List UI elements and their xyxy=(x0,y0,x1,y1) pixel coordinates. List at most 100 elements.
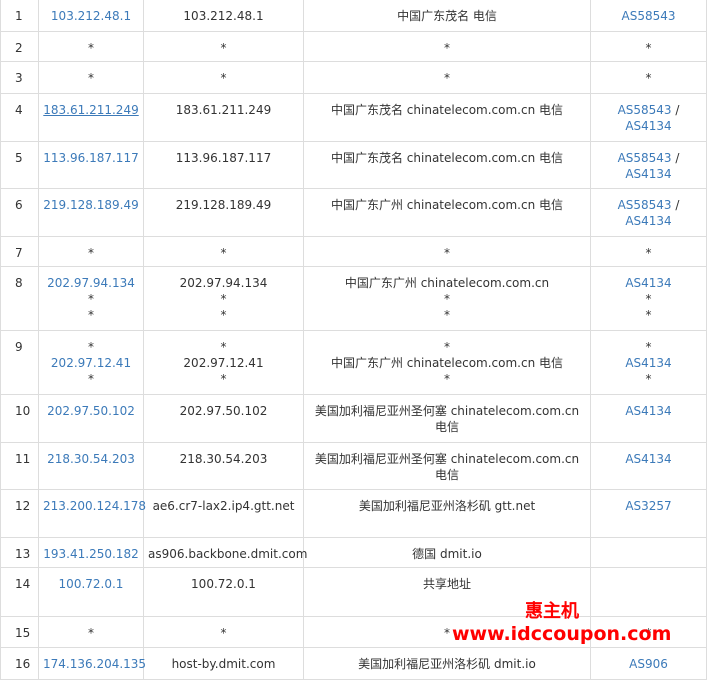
as-cell: AS4134 xyxy=(590,442,707,490)
as-link[interactable]: AS4134 xyxy=(625,119,671,133)
hop-number: 9 xyxy=(15,340,23,354)
ip-cell: * 202.97.12.41 * xyxy=(38,330,144,395)
ip-timeout: * xyxy=(88,41,94,55)
ip-link[interactable]: 213.200.124.178 xyxy=(43,498,146,514)
as-link[interactable]: AS4134 xyxy=(625,167,671,181)
hostname: 219.128.189.49 xyxy=(175,198,272,212)
hop-number-cell: 4 xyxy=(0,93,39,142)
hostname: 202.97.12.41 xyxy=(183,356,264,370)
hop-row: 2 * * * * xyxy=(0,31,707,62)
location-cell: * 中国广东广州 chinatelecom.com.cn 电信 * xyxy=(303,330,591,395)
as-timeout: * xyxy=(645,246,652,260)
hostname-cell: 100.72.0.1 xyxy=(143,567,304,617)
as-cell: AS906 xyxy=(590,647,707,680)
ip-cell: * xyxy=(38,31,144,62)
hop-number-cell: 10 xyxy=(0,394,39,443)
ip-link[interactable]: 113.96.187.117 xyxy=(43,150,139,166)
location: 中国广东广州 chinatelecom.com.cn xyxy=(344,276,550,290)
as-line: * xyxy=(595,245,702,261)
as-link[interactable]: AS4134 xyxy=(625,356,671,370)
ip-link[interactable]: 202.97.12.41 xyxy=(43,355,139,371)
as-line: AS58543 / AS4134 xyxy=(595,150,702,182)
hop-row: 9 * 202.97.12.41 * * 202.97.12.41 * * 中国广东广州 chi… xyxy=(0,330,707,395)
hostname-cell: * 202.97.12.41 * xyxy=(143,330,304,395)
hop-number: 4 xyxy=(15,103,23,117)
ip-link[interactable]: 218.30.54.203 xyxy=(43,451,139,467)
hop-number-cell: 8 xyxy=(0,266,39,331)
as-link[interactable]: AS58543 xyxy=(618,103,672,117)
as-cell: AS4134 * * xyxy=(590,266,707,331)
as-link[interactable]: AS4134 xyxy=(625,276,671,290)
as-link[interactable]: AS4134 xyxy=(625,214,671,228)
hop-number-cell: 7 xyxy=(0,236,39,267)
hop-row: 8 202.97.94.134 * * 202.97.94.134 * * 中国广东广州 ch… xyxy=(0,266,707,331)
hop-number-cell: 1 xyxy=(0,0,39,32)
ip-cell: 174.136.204.135 xyxy=(38,647,146,680)
hostname: * xyxy=(220,71,227,85)
location: * xyxy=(444,71,450,85)
hostname-cell: as906.backbone.dmit.com xyxy=(143,537,307,568)
as-line: * xyxy=(595,40,702,56)
as-cell: * xyxy=(590,61,707,94)
as-timeout: * xyxy=(645,41,652,55)
as-cell: AS58543 xyxy=(590,0,707,32)
as-cell xyxy=(590,537,707,568)
ip-timeout: * xyxy=(88,308,94,322)
location: 中国广东广州 chinatelecom.com.cn 电信 xyxy=(330,356,564,370)
location-cell: 德国 dmit.io xyxy=(303,537,591,568)
hostname: 113.96.187.117 xyxy=(175,151,272,165)
ip-timeout: * xyxy=(88,71,94,85)
hop-number: 14 xyxy=(15,577,31,591)
hop-row: 6 219.128.189.49 219.128.189.49 中国广东广州 chin… xyxy=(0,188,707,237)
hostname: 202.97.50.102 xyxy=(179,404,268,418)
hostname-cell: * xyxy=(143,31,304,62)
ip-link[interactable]: 100.72.0.1 xyxy=(43,576,139,592)
ip-cell: 103.212.48.1 xyxy=(38,0,144,32)
location: * xyxy=(444,41,450,55)
ip-link[interactable]: 174.136.204.135 xyxy=(43,656,146,672)
as-timeout: * xyxy=(645,340,652,354)
as-line: * xyxy=(595,307,702,323)
hop-number: 16 xyxy=(15,657,31,671)
location: 中国广东广州 chinatelecom.com.cn 电信 xyxy=(330,198,564,212)
ip-cell: 218.30.54.203 xyxy=(38,442,144,490)
as-timeout: * xyxy=(645,71,652,85)
hostname: 183.61.211.249 xyxy=(175,103,272,117)
as-link[interactable]: AS58543 xyxy=(622,9,676,23)
location: * xyxy=(444,246,450,260)
as-link[interactable]: AS58543 xyxy=(618,151,672,165)
hostname-cell: 202.97.94.134 * * xyxy=(143,266,304,331)
as-cell xyxy=(590,567,707,617)
as-link[interactable]: AS4134 xyxy=(625,404,671,418)
ip-timeout: * xyxy=(88,340,94,354)
ip-link[interactable]: 103.212.48.1 xyxy=(43,8,139,24)
as-cell: AS58543 / AS4134 xyxy=(590,141,707,189)
ip-link[interactable]: 183.61.211.249 xyxy=(43,102,139,118)
ip-cell: 213.200.124.178 xyxy=(38,489,146,538)
hop-number: 7 xyxy=(15,246,23,260)
as-line: AS4134 xyxy=(595,355,702,371)
as-timeout: * xyxy=(645,308,652,322)
location: 中国广东茂名 chinatelecom.com.cn 电信 xyxy=(330,103,564,117)
ip-link[interactable]: 219.128.189.49 xyxy=(43,197,139,213)
hostname: * xyxy=(220,246,227,260)
hostname: 218.30.54.203 xyxy=(179,452,268,466)
as-link[interactable]: AS4134 xyxy=(625,452,671,466)
ip-link[interactable]: 202.97.94.134 xyxy=(43,275,139,291)
hostname: * xyxy=(220,308,227,322)
ip-link[interactable]: 202.97.50.102 xyxy=(43,403,139,419)
as-cell: AS4134 xyxy=(590,394,707,443)
as-link[interactable]: AS906 xyxy=(629,657,668,671)
ip-timeout: * xyxy=(88,246,94,260)
as-link[interactable]: AS58543 xyxy=(618,198,672,212)
location: 美国加利福尼亚州圣何塞 chinatelecom.com.cn 电信 xyxy=(314,452,580,482)
as-line: * xyxy=(595,70,702,86)
as-link[interactable]: AS3257 xyxy=(625,499,671,513)
location: 美国加利福尼亚州洛杉矶 gtt.net xyxy=(358,499,536,513)
as-line: AS58543 xyxy=(595,8,702,24)
hostname: * xyxy=(220,292,227,306)
hop-row: 5 113.96.187.117 113.96.187.117 中国广东茂名 chin… xyxy=(0,141,707,189)
ip-link[interactable]: 193.41.250.182 xyxy=(43,546,139,562)
as-line: AS906 xyxy=(595,656,702,672)
hop-number-cell: 11 xyxy=(0,442,39,490)
